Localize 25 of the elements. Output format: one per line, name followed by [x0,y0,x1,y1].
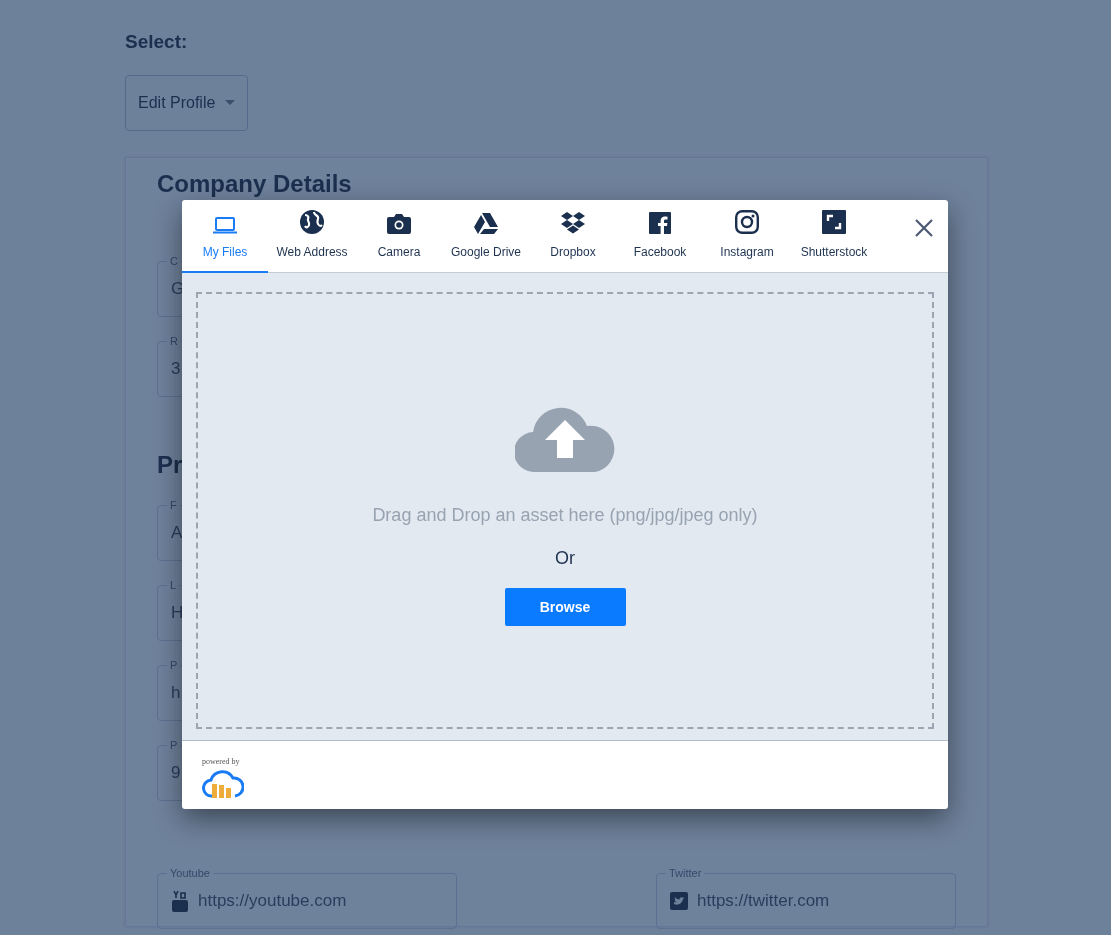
source-tab[interactable]: Facebook [616,200,704,273]
drop-zone[interactable]: Drag and Drop an asset here (png/jpg/jpeg only) Or Browse [196,292,934,729]
twitter-icon [670,891,688,910]
browse-button[interactable]: Browse [504,588,626,626]
cloud-logo [202,770,244,798]
facebook-icon [649,212,671,234]
camera-icon [387,213,411,234]
source-tab[interactable]: Shutterstock [790,200,878,273]
drop-hint: Drag and Drop an asset here (png/jpg/jpeg only) [372,504,758,527]
dropbox-icon [561,212,585,234]
source-tab[interactable]: Dropbox [530,200,616,273]
source-tab[interactable]: Google Drive [442,200,530,273]
drive-icon [474,213,498,234]
or-text: Or [555,547,575,570]
source-tab[interactable]: Web Address [268,200,356,273]
section-heading: Pr [157,452,184,477]
section-heading: Company Details [157,171,353,196]
powered-by-text: powered by [202,758,240,766]
source-tab[interactable]: Instagram [704,200,790,273]
select-label: Select: [125,30,189,54]
instagram-icon [735,210,759,234]
laptop-icon [213,217,237,234]
frame-icon [822,210,846,234]
source-tab[interactable]: Camera [356,200,442,273]
caret-icon [225,100,236,105]
